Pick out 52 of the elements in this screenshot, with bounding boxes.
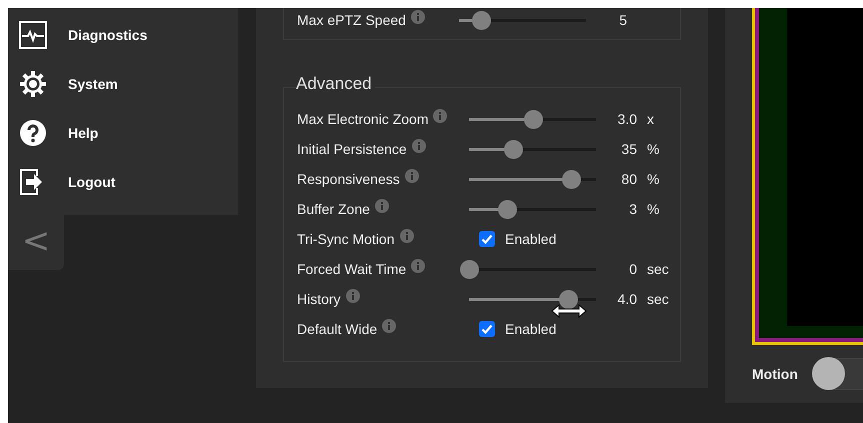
setting-label: Default Wide (297, 321, 378, 337)
unit-label: % (646, 171, 660, 187)
unit-label: x (646, 111, 655, 127)
menu-item[interactable]: Help (8, 107, 238, 158)
checkbox-label: Enabled (505, 231, 558, 247)
setting-label: Max ePTZ Speed (297, 12, 406, 28)
setting-label: Responsiveness (297, 171, 400, 187)
slider-handle[interactable] (524, 110, 542, 128)
slider-handle[interactable] (562, 170, 581, 188)
menu-item[interactable]: Diagnostics (8, 9, 238, 60)
setting-value: 0 (628, 261, 637, 277)
pulse-icon (19, 20, 47, 48)
setting-label: Initial Persistence (297, 141, 407, 157)
info-icon[interactable] (346, 289, 360, 303)
info-icon[interactable] (400, 229, 414, 243)
setting-value: 3.0 (616, 111, 637, 127)
info-icon[interactable] (412, 139, 426, 153)
unit-label: sec (646, 261, 670, 277)
resize-cursor-icon (551, 304, 587, 318)
info-icon[interactable] (374, 199, 389, 213)
info-icon[interactable] (411, 259, 426, 273)
checkbox[interactable] (479, 231, 495, 247)
info-icon[interactable] (404, 169, 419, 183)
help-icon (19, 118, 47, 146)
setting-label: Forced Wait Time (297, 261, 406, 277)
setting-label: History (297, 291, 341, 307)
setting-value: 35 (620, 141, 637, 157)
slider-handle[interactable] (559, 290, 578, 308)
setting-value: 4.0 (616, 291, 637, 307)
slider-handle[interactable] (498, 200, 518, 218)
checkbox-label: Enabled (505, 321, 558, 337)
menu-item[interactable]: System (8, 58, 238, 109)
unit-label: % (646, 141, 660, 157)
unit-label: sec (646, 291, 670, 307)
setting-label: Tri-Sync Motion (297, 231, 395, 247)
menu-item[interactable]: Logout (8, 156, 238, 207)
slider-handle[interactable] (460, 260, 479, 278)
slider-handle[interactable] (504, 140, 524, 158)
info-icon[interactable] (433, 109, 448, 123)
checkbox[interactable] (479, 321, 495, 337)
setting-value: 5 (618, 12, 627, 28)
setting-value: 80 (620, 171, 637, 187)
gear-icon (19, 70, 47, 98)
toggle-switch[interactable] (812, 358, 863, 390)
toggle-label: Motion (752, 366, 798, 382)
info-icon[interactable] (410, 10, 425, 24)
setting-value: 3 (628, 201, 637, 217)
setting-label: Max Electronic Zoom (297, 111, 428, 127)
setting-label: Buffer Zone (297, 201, 370, 217)
unit-label: % (646, 201, 660, 217)
info-icon[interactable] (382, 319, 396, 333)
slider-handle[interactable] (472, 10, 491, 30)
